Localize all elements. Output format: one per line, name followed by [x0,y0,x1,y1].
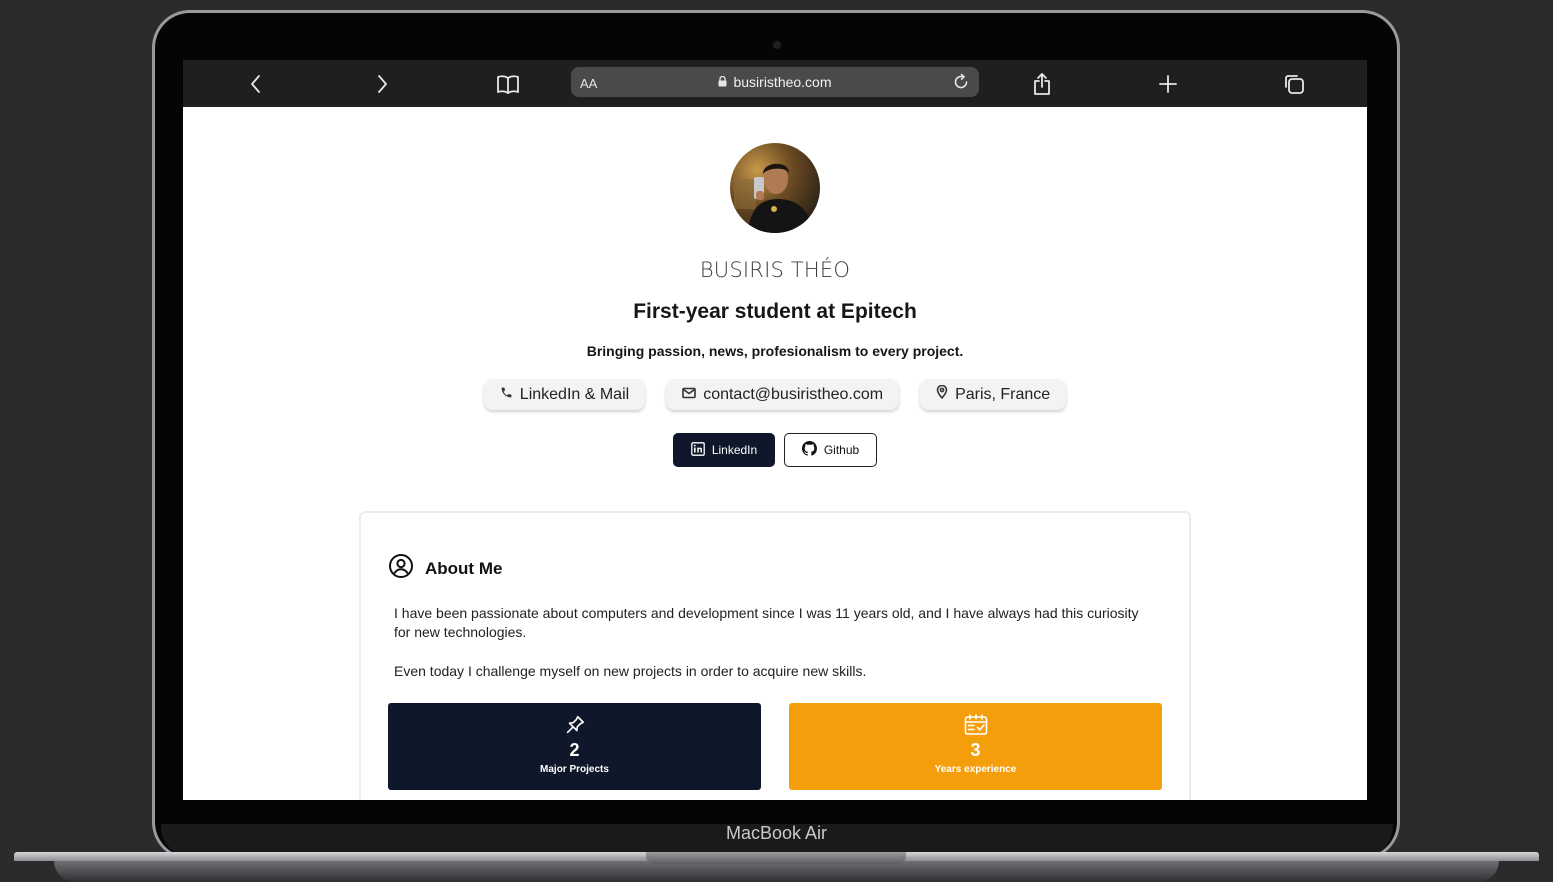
url-text: busiristheo.com [733,74,832,90]
about-title: About Me [425,558,503,578]
screen: AA busiristheo.com BUSIRIS THÉO First-ye… [183,60,1367,800]
url-field[interactable]: busiristheo.com [571,74,979,90]
lock-icon [718,74,727,87]
contact-chips: LinkedIn & Mail contact@busiristheo.com … [183,379,1367,410]
user-circle-icon [388,553,414,584]
experience-label: Years experience [934,764,1017,775]
profile-name: BUSIRIS THÉO [699,258,851,282]
location-chip[interactable]: Paris, France [920,379,1067,410]
pin-icon [388,714,761,736]
location-pin-icon [936,384,948,404]
mail-icon [682,386,696,404]
github-button-label: Github [823,443,860,457]
about-paragraph-1: I have been passionate about computers a… [394,605,1139,640]
web-page: BUSIRIS THÉO First-year student at Epite… [183,107,1367,800]
reload-icon[interactable] [949,70,973,94]
back-icon[interactable] [242,70,270,98]
avatar [730,143,820,233]
stage: MacBook Air AA busiristheo.com BUSIRIS T… [0,0,1553,882]
about-paragraph-2: Even today I challenge myself on new pro… [394,663,867,679]
about-header: About Me [388,553,502,584]
forward-icon[interactable] [368,70,396,98]
projects-label: Major Projects [540,764,609,775]
projects-count: 2 [569,740,580,760]
github-icon [801,441,817,459]
address-bar[interactable]: AA busiristheo.com [571,67,979,97]
laptop-notch [646,852,906,864]
experience-stat-card: 3 Years experience [789,703,1162,790]
phone-icon [500,386,513,404]
profile-role: First-year student at Epitech [633,300,917,323]
share-icon[interactable] [1028,70,1056,98]
social-buttons: LinkedIn Github [183,433,1367,467]
calendar-check-icon [789,714,1162,736]
email-chip-label: contact@busiristheo.com [703,385,884,403]
tabs-icon[interactable] [1280,70,1308,98]
device-brand-label: MacBook Air [725,823,828,843]
linkedin-button[interactable]: LinkedIn [673,433,775,467]
location-chip-label: Paris, France [955,385,1051,403]
bookmarks-icon[interactable] [494,70,522,98]
phone-chip-label: LinkedIn & Mail [519,385,630,403]
email-chip[interactable]: contact@busiristheo.com [666,379,900,410]
linkedin-button-label: LinkedIn [711,443,758,457]
linkedin-icon [690,441,705,459]
laptop-base [14,852,1539,882]
experience-count: 3 [970,740,981,760]
projects-stat-card: 2 Major Projects [388,703,761,790]
camera [773,41,781,49]
profile-tagline: Bringing passion, news, profesionalism t… [586,343,964,359]
new-tab-icon[interactable] [1154,70,1182,98]
browser-toolbar: AA busiristheo.com [183,60,1367,107]
github-button[interactable]: Github [784,433,877,467]
phone-chip[interactable]: LinkedIn & Mail [483,379,646,410]
about-card: About Me I have been passionate about co… [359,511,1191,800]
